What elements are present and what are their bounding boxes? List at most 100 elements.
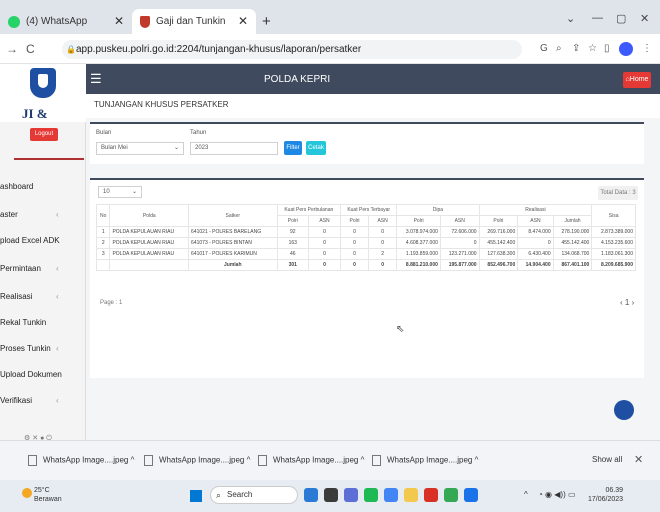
weather-temp: 25°C <box>34 487 50 494</box>
folder-icon[interactable] <box>404 488 418 502</box>
sidebar-item-label: Upload Dokumen <box>0 370 62 379</box>
profile-avatar[interactable] <box>619 42 633 56</box>
google-icon[interactable]: G <box>540 43 548 54</box>
bulan-value: Bulan Mei <box>101 145 128 151</box>
tray-icons[interactable]: ◔ ◉ ◀)) ▭ <box>538 490 576 499</box>
close-window-icon[interactable]: ✕ <box>640 12 649 25</box>
chat-bubble-icon[interactable] <box>614 400 634 420</box>
page-title: TUNJANGAN KHUSUS PERSATKER <box>94 100 229 109</box>
filter-button-label: Filter <box>286 145 300 151</box>
col-header-sisa: Sisa <box>591 204 636 227</box>
sidebar-item-proses-tunkin[interactable]: Proses Tunkin ‹ <box>0 344 59 353</box>
app-icon-2[interactable] <box>324 488 338 502</box>
windows-start-icon[interactable] <box>190 490 202 502</box>
taskbar-search[interactable]: ⌕ Search <box>210 486 298 504</box>
maximize-icon[interactable]: ▢ <box>616 12 626 25</box>
show-all-button[interactable]: Show all <box>592 455 622 464</box>
close-icon[interactable]: ✕ <box>634 453 643 466</box>
close-icon[interactable]: ✕ <box>238 14 248 28</box>
sidebar-item-rekal-tunkin[interactable]: Rekal Tunkin <box>0 318 46 327</box>
star-icon[interactable]: ☆ <box>588 43 597 54</box>
cell-satker: 641073 - POLRES BINTAN <box>188 237 278 249</box>
chrome-icon[interactable] <box>384 488 398 502</box>
new-tab-icon[interactable]: + <box>262 13 271 30</box>
page-header: TUNJANGAN KHUSUS PERSATKER <box>86 94 660 118</box>
cell-kp-asn: 0 <box>307 248 342 260</box>
hamburger-icon[interactable]: ☰ <box>90 71 102 87</box>
table-row: 3 POLDA KEPULAUAN RIAU 641017 - POLRES K… <box>95 248 636 260</box>
spotify-icon[interactable] <box>364 488 378 502</box>
home-button[interactable]: ⌂Home <box>623 72 651 88</box>
sidebar-item-upload-excel[interactable]: pload Excel ADK <box>0 236 60 245</box>
app-icon-3[interactable] <box>344 488 358 502</box>
bulan-label: Bulan <box>96 130 112 136</box>
chrome-2-icon[interactable] <box>444 488 458 502</box>
col-header-asn: ASN <box>517 215 554 227</box>
chevron-icon: ‹ <box>56 292 59 301</box>
print-button[interactable]: Cetak <box>306 141 326 155</box>
download-item[interactable]: WhatsApp Image....jpeg ^ <box>144 455 250 466</box>
close-icon[interactable]: ✕ <box>114 14 124 28</box>
tray-chevron-icon[interactable]: ^ <box>524 490 528 499</box>
back-icon[interactable]: → <box>6 42 18 56</box>
home-label: Home <box>629 76 649 83</box>
menu-icon[interactable]: ⋮ <box>642 43 652 54</box>
sidebar-item-verifikasi[interactable]: Verifikasi ‹ <box>0 396 59 405</box>
browser-tab-strip: (4) WhatsApp ✕ Gaji dan Tunkin ✕ + ⌄ — ▢… <box>0 0 660 34</box>
download-item[interactable]: WhatsApp Image....jpeg ^ <box>258 455 364 466</box>
cell-dipa-asn: 0 <box>439 237 480 249</box>
tab-gaji-tunkin[interactable]: Gaji dan Tunkin ✕ <box>132 9 256 34</box>
logout-button[interactable]: Logout <box>30 128 58 141</box>
sidebar-item-realisasi[interactable]: Realisasi ‹ <box>0 292 59 301</box>
chevron-up-icon[interactable]: ^ <box>131 456 135 465</box>
cell-kt-asn: 2 <box>367 248 398 260</box>
cell-kp-polri: 301 <box>276 259 310 271</box>
chevron-icon: ‹ <box>56 210 59 219</box>
page-number[interactable]: 1 <box>625 298 629 307</box>
chevron-down-icon[interactable]: ⌄ <box>566 12 575 25</box>
download-item[interactable]: WhatsApp Image....jpeg ^ <box>28 455 134 466</box>
tahun-value: 2023 <box>195 145 209 151</box>
col-header-kuat-terbayar: Kuat Pers Terbayar <box>340 204 398 216</box>
bulan-select[interactable]: Bulan Mei ⌄ <box>96 142 184 155</box>
sidebar-item-permintaan[interactable]: Permintaan ‹ <box>0 264 59 273</box>
sidebar-item-upload-dokumen[interactable]: Upload Dokumen ‹ <box>0 370 62 379</box>
next-page-icon[interactable]: › <box>632 298 635 307</box>
app-icon-1[interactable] <box>304 488 318 502</box>
tab-whatsapp[interactable]: (4) WhatsApp ✕ <box>0 9 132 34</box>
share-icon[interactable]: ⇪ <box>572 43 580 54</box>
weather-widget[interactable]: 25°C Berawan <box>22 486 62 504</box>
sidepanel-icon[interactable]: ▯ <box>604 43 610 54</box>
mouse-cursor-icon: ⇖ <box>396 324 405 335</box>
url-input[interactable]: 🔒 app.puskeu.polri.go.id:2204/tunjangan-… <box>62 40 522 59</box>
chevron-up-icon[interactable]: ^ <box>361 456 365 465</box>
app-icon-9[interactable] <box>464 488 478 502</box>
cell-dipa-asn: 195.877.000 <box>439 259 480 271</box>
prev-page-icon[interactable]: ‹ <box>620 298 623 307</box>
cell-satker: 641021 - POLRES BARELANG <box>188 226 278 238</box>
logo-area: JI & TUNKIN <box>0 64 86 137</box>
reload-icon[interactable]: C <box>26 42 35 56</box>
chevron-up-icon[interactable]: ^ <box>475 456 479 465</box>
cell-kt-polri: 0 <box>340 248 369 260</box>
cell-dipa-polri: 1.193.859.000 <box>396 248 441 260</box>
chevron-up-icon[interactable]: ^ <box>247 456 251 465</box>
app-icon-7[interactable] <box>424 488 438 502</box>
sidebar-divider <box>14 158 84 160</box>
page-size-select[interactable]: 10 ⌄ <box>98 186 142 198</box>
chevron-icon: ‹ <box>56 370 59 379</box>
sidebar-item-label: Rekal Tunkin <box>0 318 47 327</box>
download-item[interactable]: WhatsApp Image....jpeg ^ <box>372 455 478 466</box>
chevron-icon: ‹ <box>56 264 59 273</box>
clock[interactable]: 06.39 17/06/2023 <box>588 486 623 504</box>
taskbar: 25°C Berawan ⌕ Search ^ ◔ ◉ ◀)) ▭ 06.39 1… <box>0 480 660 512</box>
filter-button[interactable]: Filter <box>284 141 302 155</box>
tahun-input[interactable]: 2023 <box>190 142 278 155</box>
cell-kp-asn: 0 <box>307 237 342 249</box>
sidebar-item-dashboard[interactable]: ashboard <box>0 182 33 191</box>
sidebar-item-label: ashboard <box>0 182 34 191</box>
cell-polda: POLDA KEPULAUAN RIAU <box>109 237 190 249</box>
zoom-icon[interactable]: ⌕ <box>556 43 562 54</box>
minimize-icon[interactable]: — <box>592 12 603 24</box>
sidebar-item-master[interactable]: aster ‹ <box>0 210 59 219</box>
